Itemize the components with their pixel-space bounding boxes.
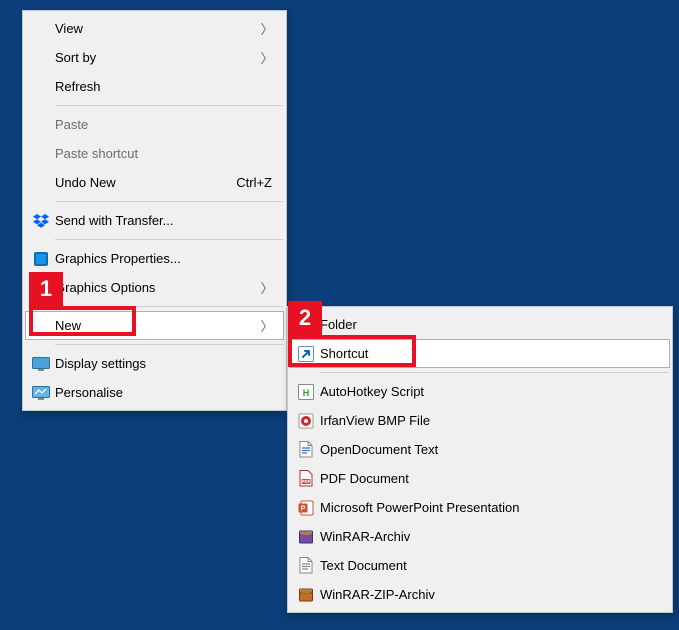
menu-item-new-irfanview-bmp[interactable]: IrfanView BMP File: [290, 406, 670, 435]
menu-item-new-winrar-archiv[interactable]: WinRAR-Archiv: [290, 522, 670, 551]
menu-separator: [55, 239, 283, 240]
menu-item-label: PDF Document: [320, 471, 662, 486]
menu-item-paste: Paste: [25, 110, 284, 139]
menu-item-label: Display settings: [55, 356, 276, 371]
menu-separator: [55, 201, 283, 202]
menu-item-sort-by[interactable]: Sort by 〉: [25, 43, 284, 72]
menu-item-personalise[interactable]: Personalise: [25, 378, 284, 407]
callout-badge-2: 2: [288, 301, 322, 335]
menu-item-label: Personalise: [55, 385, 276, 400]
pdf-icon: PDF: [292, 469, 320, 489]
monitor-icon: [27, 354, 55, 374]
menu-item-display-settings[interactable]: Display settings: [25, 349, 284, 378]
menu-item-label: Sort by: [55, 50, 258, 65]
menu-item-label: Graphics Properties...: [55, 251, 276, 266]
blank-icon: [27, 19, 55, 39]
callout-badge-1: 1: [29, 272, 63, 306]
blank-icon: [27, 144, 55, 164]
menu-item-label: Paste shortcut: [55, 146, 276, 161]
personalise-icon: [27, 383, 55, 403]
menu-item-label: Folder: [320, 317, 662, 332]
menu-item-refresh[interactable]: Refresh: [25, 72, 284, 101]
context-menu-new: Folder Shortcut H AutoHotkey Script Irfa…: [287, 306, 673, 613]
menu-item-new-text-document[interactable]: Text Document: [290, 551, 670, 580]
document-text-icon: [292, 440, 320, 460]
menu-item-graphics-properties[interactable]: Graphics Properties...: [25, 244, 284, 273]
shortcut-icon: [292, 344, 320, 364]
dropbox-icon: [27, 211, 55, 231]
chevron-right-icon: 〉: [258, 278, 276, 297]
blank-icon: [27, 77, 55, 97]
menu-item-label: New: [55, 318, 258, 333]
menu-item-label: Send with Transfer...: [55, 213, 276, 228]
menu-item-label: IrfanView BMP File: [320, 413, 662, 428]
chevron-right-icon: 〉: [258, 19, 276, 38]
menu-item-graphics-options[interactable]: Graphics Options 〉: [25, 273, 284, 302]
menu-item-new-opendocument-text[interactable]: OpenDocument Text: [290, 435, 670, 464]
text-document-icon: [292, 556, 320, 576]
svg-text:P: P: [301, 505, 306, 512]
menu-item-label: Shortcut: [320, 346, 662, 361]
menu-item-new-folder[interactable]: Folder: [290, 310, 670, 339]
svg-text:H: H: [303, 388, 310, 398]
menu-separator: [55, 344, 283, 345]
menu-item-label: Microsoft PowerPoint Presentation: [320, 500, 662, 515]
menu-item-undo-new[interactable]: Undo New Ctrl+Z: [25, 168, 284, 197]
blank-icon: [27, 316, 55, 336]
menu-item-new-winrar-zip-archiv[interactable]: WinRAR-ZIP-Archiv: [290, 580, 670, 609]
menu-separator: [55, 105, 283, 106]
menu-item-send-with-transfer[interactable]: Send with Transfer...: [25, 206, 284, 235]
irfanview-icon: [292, 411, 320, 431]
menu-separator: [55, 306, 283, 307]
menu-item-shortcut: Ctrl+Z: [236, 175, 276, 190]
menu-item-label: WinRAR-Archiv: [320, 529, 662, 544]
menu-item-view[interactable]: View 〉: [25, 14, 284, 43]
menu-separator: [320, 372, 669, 373]
menu-item-label: OpenDocument Text: [320, 442, 662, 457]
blank-icon: [27, 48, 55, 68]
blank-icon: [27, 115, 55, 135]
menu-item-label: AutoHotkey Script: [320, 384, 662, 399]
winrar-icon: [292, 527, 320, 547]
menu-item-label: Graphics Options: [55, 280, 258, 295]
chevron-right-icon: 〉: [258, 48, 276, 67]
menu-item-new-autohotkey[interactable]: H AutoHotkey Script: [290, 377, 670, 406]
menu-item-new-shortcut[interactable]: Shortcut: [290, 339, 670, 368]
winrar-zip-icon: [292, 585, 320, 605]
intel-graphics-icon: [27, 249, 55, 269]
context-menu-desktop: View 〉 Sort by 〉 Refresh Paste Paste sho…: [22, 10, 287, 411]
menu-item-new-powerpoint[interactable]: P Microsoft PowerPoint Presentation: [290, 493, 670, 522]
menu-item-new-pdf[interactable]: PDF PDF Document: [290, 464, 670, 493]
svg-text:PDF: PDF: [302, 479, 311, 484]
menu-item-label: Refresh: [55, 79, 276, 94]
menu-item-label: View: [55, 21, 258, 36]
chevron-right-icon: 〉: [258, 316, 276, 335]
menu-item-paste-shortcut: Paste shortcut: [25, 139, 284, 168]
powerpoint-icon: P: [292, 498, 320, 518]
autohotkey-icon: H: [292, 382, 320, 402]
blank-icon: [27, 173, 55, 193]
menu-item-label: WinRAR-ZIP-Archiv: [320, 587, 662, 602]
menu-item-label: Text Document: [320, 558, 662, 573]
menu-item-label: Paste: [55, 117, 276, 132]
menu-item-label: Undo New: [55, 175, 236, 190]
menu-item-new[interactable]: New 〉: [25, 311, 284, 340]
